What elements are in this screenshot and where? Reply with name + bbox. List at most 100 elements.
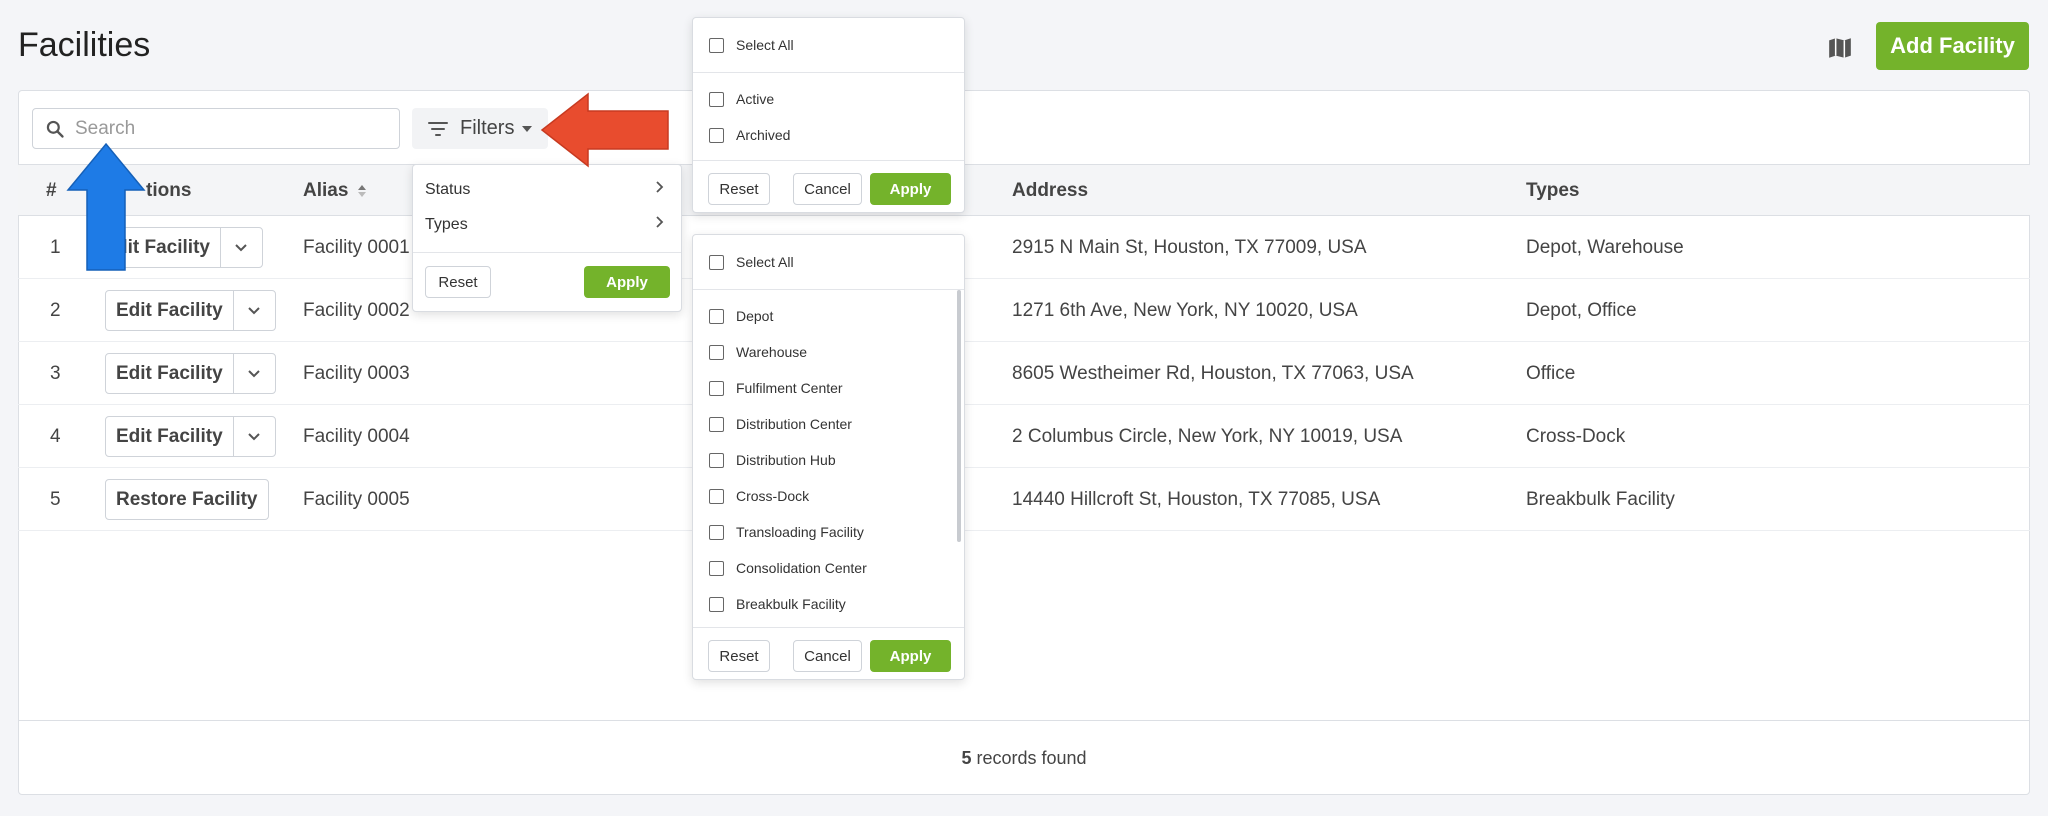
types-apply-button[interactable]: Apply (870, 640, 951, 672)
panel-divider (693, 160, 964, 161)
address-cell: 8605 Westheimer Rd, Houston, TX 77063, U… (1012, 363, 1414, 384)
chevron-right-icon (655, 208, 665, 242)
filters-button[interactable]: Filters (412, 108, 548, 149)
checkbox[interactable] (709, 344, 724, 360)
checkbox[interactable] (709, 380, 724, 396)
restore-facility-button[interactable]: Restore Facility (106, 480, 268, 519)
chevron-down-icon (248, 432, 260, 440)
types-option[interactable]: Breakbulk Facility (709, 592, 846, 616)
col-address: Address (1012, 180, 1089, 201)
chevron-down-icon (248, 306, 260, 314)
types-option-label: Transloading Facility (736, 524, 864, 540)
types-option-label: Breakbulk Facility (736, 596, 846, 612)
address-cell: 1271 6th Ave, New York, NY 10020, USA (1012, 300, 1358, 321)
types-cell: Office (1526, 363, 1576, 384)
filters-menu: Status Types Reset Apply (412, 164, 682, 312)
checkbox[interactable] (709, 560, 724, 576)
action-dropdown-toggle[interactable] (219, 228, 262, 267)
checkbox[interactable] (709, 596, 724, 612)
types-cell: Depot, Office (1526, 300, 1637, 321)
checkbox[interactable] (709, 524, 724, 540)
col-alias[interactable]: Alias (303, 165, 366, 217)
types-option[interactable]: Cross-Dock (709, 484, 809, 508)
action-button-group: Restore Facility (105, 479, 269, 520)
map-icon (1829, 38, 1851, 58)
types-option[interactable]: Transloading Facility (709, 520, 864, 544)
filter-menu-types[interactable]: Types (413, 208, 681, 242)
types-option-label: Warehouse (736, 344, 808, 360)
checkbox[interactable] (709, 254, 724, 270)
checkbox[interactable] (709, 91, 724, 107)
types-option-label: Consolidation Center (736, 560, 867, 576)
status-filter-panel: Select All Active Archived Reset Cancel … (692, 17, 965, 213)
table-row: 3 Edit Facility Facility 0003 8605 Westh… (18, 342, 2030, 405)
checkbox[interactable] (709, 308, 724, 324)
status-option-label: Active (736, 91, 775, 107)
alias-cell: Facility 0002 (303, 300, 410, 321)
types-cancel-button[interactable]: Cancel (793, 640, 862, 672)
action-dropdown-toggle[interactable] (232, 354, 275, 393)
status-cancel-button[interactable]: Cancel (793, 173, 862, 205)
types-option-label: Cross-Dock (736, 488, 810, 504)
types-option[interactable]: Consolidation Center (709, 556, 867, 580)
status-option[interactable]: Active (709, 87, 774, 111)
status-apply-button[interactable]: Apply (870, 173, 951, 205)
types-panel-scrollbar[interactable] (957, 290, 961, 542)
action-button-group: Edit Facility (105, 290, 276, 331)
add-facility-button[interactable]: Add Facility (1876, 22, 2029, 70)
table-row: 2 Edit Facility Facility 0002 1271 6th A… (18, 279, 2030, 342)
filter-menu-status[interactable]: Status (413, 173, 681, 207)
types-option-label: Depot (736, 308, 774, 324)
edit-facility-button[interactable]: Edit Facility (106, 354, 233, 393)
alias-cell: Facility 0003 (303, 363, 410, 384)
row-number: 2 (50, 300, 61, 321)
row-number: 3 (50, 363, 61, 384)
types-select-all[interactable]: Select All (709, 250, 794, 274)
col-number: # (46, 180, 57, 201)
filter-reset-button[interactable]: Reset (425, 266, 491, 298)
types-option-label: Distribution Center (736, 416, 852, 432)
action-dropdown-toggle[interactable] (232, 291, 275, 330)
checkbox[interactable] (709, 488, 724, 504)
table-row: 5 Restore Facility Facility 0005 14440 H… (18, 468, 2030, 531)
panel-divider (693, 289, 964, 290)
row-number: 4 (50, 426, 61, 447)
search-icon (46, 120, 64, 138)
edit-facility-button[interactable]: Edit Facility (106, 291, 233, 330)
types-option[interactable]: Fulfilment Center (709, 376, 843, 400)
page-title: Facilities (18, 26, 151, 64)
action-button-group: Edit Facility (105, 353, 276, 394)
alias-cell: Facility 0004 (303, 426, 410, 447)
edit-facility-button[interactable]: Edit Facility (106, 417, 233, 456)
action-button-group: Edit Facility (105, 416, 276, 457)
address-cell: 2 Columbus Circle, New York, NY 10019, U… (1012, 426, 1403, 447)
checkbox[interactable] (709, 127, 724, 143)
filter-menu-status-label: Status (425, 181, 471, 198)
filter-apply-button[interactable]: Apply (584, 266, 670, 298)
alias-cell: Facility 0001 (303, 237, 410, 258)
status-select-all[interactable]: Select All (709, 33, 794, 57)
checkbox[interactable] (709, 37, 724, 53)
map-view-button[interactable] (1822, 30, 1858, 66)
records-count: 5 records found (18, 748, 2030, 769)
alias-cell: Facility 0005 (303, 489, 410, 510)
types-option[interactable]: Depot (709, 304, 773, 328)
status-option[interactable]: Archived (709, 123, 790, 147)
status-reset-button[interactable]: Reset (708, 173, 770, 205)
checkbox[interactable] (709, 416, 724, 432)
checkbox[interactable] (709, 452, 724, 468)
address-cell: 14440 Hillcroft St, Houston, TX 77085, U… (1012, 489, 1381, 510)
search-input[interactable] (75, 117, 365, 140)
panel-divider (693, 72, 964, 73)
table-row: 1 dit Facility Facility 0001 2915 N Main… (18, 216, 2030, 279)
types-option[interactable]: Warehouse (709, 340, 807, 364)
records-count-label: records found (971, 748, 1087, 768)
row-number: 5 (50, 489, 61, 510)
types-option[interactable]: Distribution Hub (709, 448, 836, 472)
types-option-label: Fulfilment Center (736, 380, 843, 396)
caret-down-icon (522, 125, 533, 132)
action-dropdown-toggle[interactable] (232, 417, 275, 456)
panel-divider (693, 627, 964, 628)
types-option[interactable]: Distribution Center (709, 412, 852, 436)
types-reset-button[interactable]: Reset (708, 640, 770, 672)
